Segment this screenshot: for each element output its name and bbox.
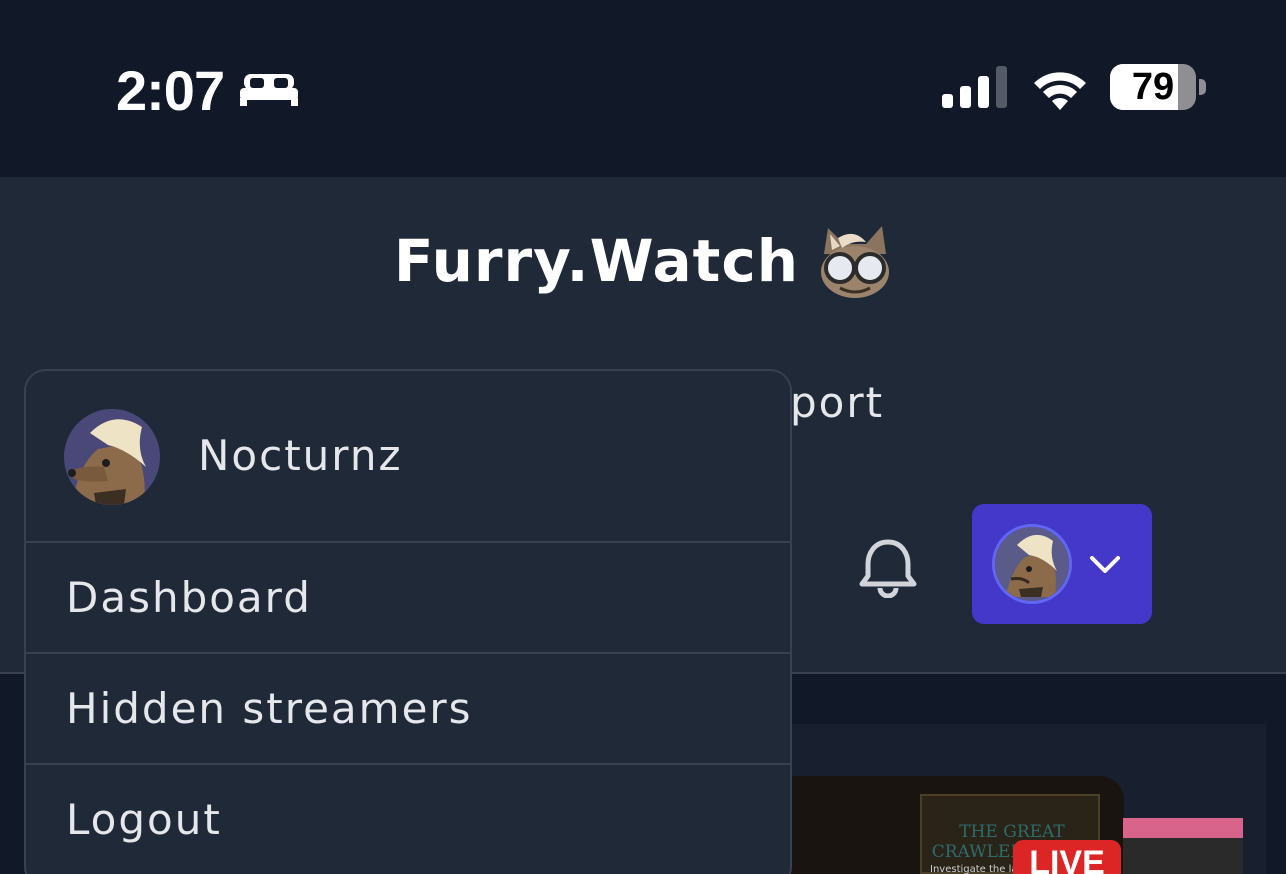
dropdown-user-header[interactable]: Nocturnz bbox=[26, 371, 790, 543]
bell-icon[interactable] bbox=[858, 536, 918, 598]
wifi-icon bbox=[1034, 72, 1086, 110]
thumbnail-subtitle: Investigate the la bbox=[930, 864, 1018, 874]
live-badge: LIVE bbox=[1013, 840, 1121, 874]
profile-dropdown-menu: Nocturnz Dashboard Hidden streamers Logo… bbox=[24, 369, 792, 874]
battery-percent: 79 bbox=[1131, 66, 1175, 108]
chevron-down-icon bbox=[1090, 556, 1120, 573]
profile-menu-button[interactable] bbox=[972, 504, 1152, 624]
stream-thumbnail[interactable] bbox=[1123, 818, 1243, 874]
menu-item-hidden-streamers[interactable]: Hidden streamers bbox=[26, 654, 790, 765]
avatar bbox=[992, 524, 1072, 604]
menu-item-dashboard[interactable]: Dashboard bbox=[26, 543, 790, 654]
menu-item-logout[interactable]: Logout bbox=[26, 765, 790, 874]
site-title-text: Furry.Watch bbox=[393, 227, 800, 295]
avatar bbox=[64, 409, 160, 505]
nav-link-support[interactable]: port bbox=[790, 378, 884, 427]
mascot-emote-icon bbox=[821, 226, 890, 298]
site-title[interactable]: Furry.Watch bbox=[0, 224, 1286, 298]
status-time: 2:07 bbox=[116, 59, 225, 122]
bed-icon bbox=[240, 74, 298, 106]
menu-item-label: Dashboard bbox=[66, 573, 312, 622]
menu-item-label: Logout bbox=[66, 795, 222, 844]
dropdown-username: Nocturnz bbox=[198, 431, 403, 480]
battery-indicator: 79 bbox=[1110, 64, 1208, 110]
status-bar: 2:07 79 bbox=[0, 0, 1286, 177]
cellular-signal-icon bbox=[942, 66, 1007, 108]
menu-item-label: Hidden streamers bbox=[66, 684, 473, 733]
